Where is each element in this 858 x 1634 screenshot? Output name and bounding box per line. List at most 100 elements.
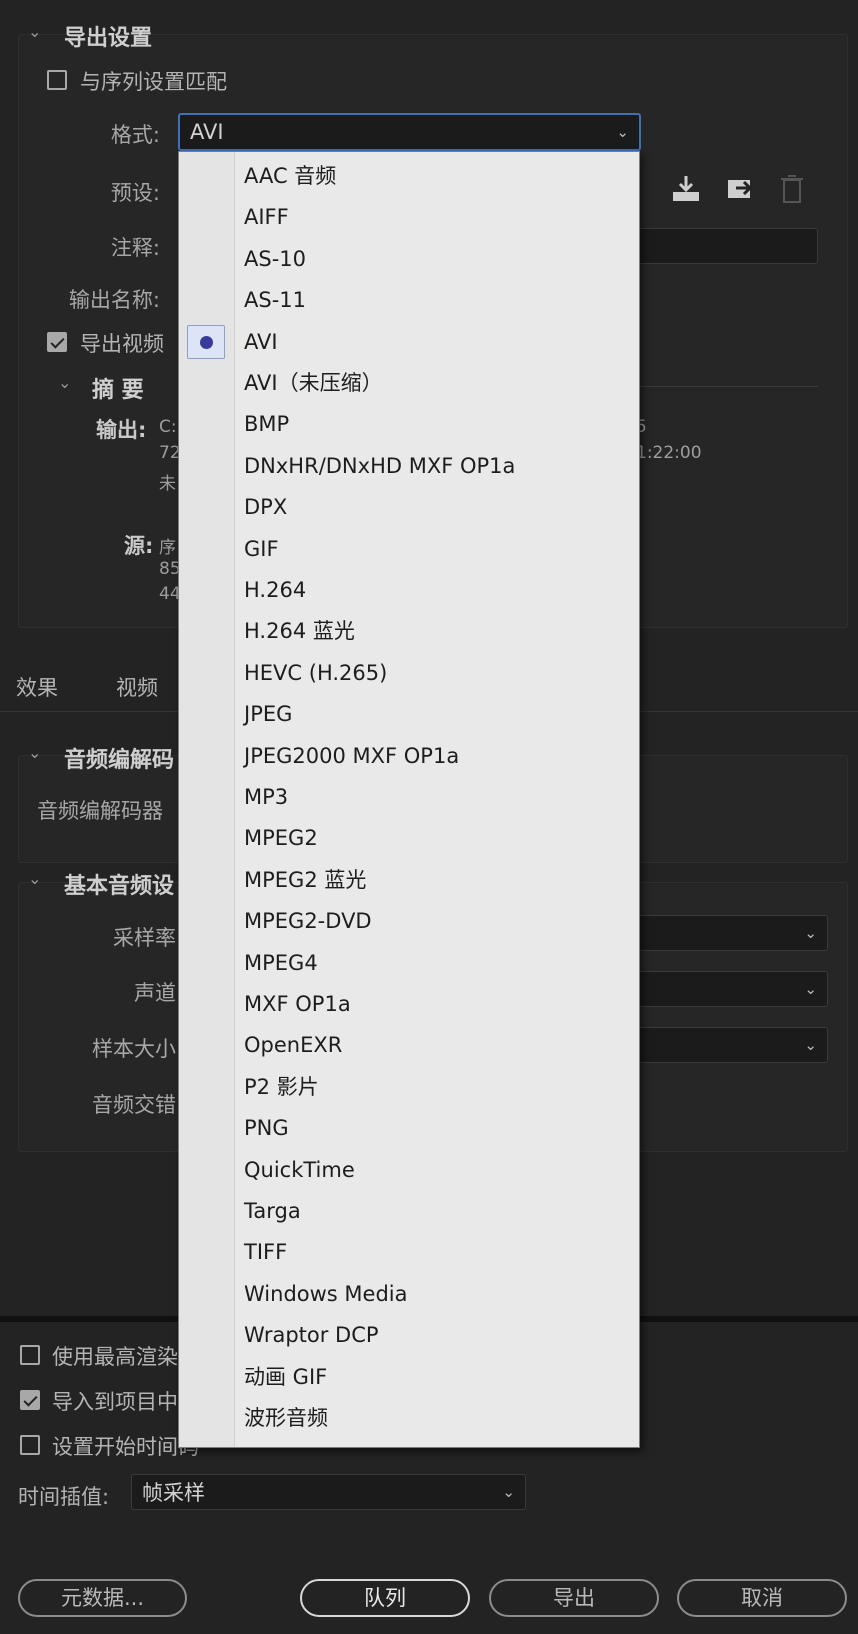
time-interp-dropdown[interactable]: 帧采样 ⌄ [131,1474,526,1510]
channels-label: 声道 [134,981,176,1005]
chevron-down-icon: ⌄ [804,924,817,942]
format-menu-item[interactable]: MP3 [179,777,639,818]
sample-rate-dropdown[interactable]: ⌄ [620,915,828,951]
format-menu-item[interactable]: OpenEXR [179,1025,639,1066]
summary-header: 摘 要 [92,378,144,403]
import-project-checkbox[interactable] [20,1390,40,1410]
format-menu-item[interactable]: BMP [179,404,639,445]
format-menu-item[interactable]: JPEG [179,694,639,735]
format-menu-item-label: GIF [244,536,279,561]
format-menu-item[interactable]: MPEG2 [179,818,639,859]
queue-button[interactable]: 队列 [300,1579,470,1617]
max-render-checkbox[interactable] [20,1345,40,1365]
format-menu-item-label: HEVC (H.265) [244,660,388,685]
format-menu-item[interactable]: MPEG4 [179,943,639,984]
match-sequence-checkbox[interactable] [47,70,67,90]
format-menu-item[interactable]: H.264 蓝光 [179,611,639,652]
format-menu-item[interactable]: HEVC (H.265) [179,653,639,694]
tab-video[interactable]: 视频 [116,672,158,702]
format-value: AVI [190,120,224,144]
format-menu-item-label: AS-11 [244,288,306,313]
format-menu: AAC 音频 AIFF AS-10 AS-11 AVI AVI（未压缩） BMP DNxHR/… [178,151,640,1448]
sample-size-dropdown[interactable]: ⌄ [620,1027,828,1063]
format-menu-item-label: Wraptor DCP [244,1323,379,1348]
format-menu-item-label: MPEG4 [244,950,318,975]
format-menu-item[interactable]: MPEG2-DVD [179,901,639,942]
format-menu-item[interactable]: JPEG2000 MXF OP1a [179,736,639,777]
format-menu-item[interactable]: AVI（未压缩） [179,363,639,404]
format-menu-item[interactable]: AS-10 [179,239,639,280]
format-menu-item[interactable]: DNxHR/DNxHD MXF OP1a [179,446,639,487]
metadata-button[interactable]: 元数据... [18,1579,187,1617]
format-menu-item[interactable]: Targa [179,1191,639,1232]
format-menu-item[interactable]: Windows Media [179,1274,639,1315]
basic-audio-header: 基本音频设 [64,874,175,899]
channels-dropdown[interactable]: ⌄ [620,971,828,1007]
format-menu-item-label: JPEG [244,702,293,727]
format-menu-item[interactable]: DPX [179,487,639,528]
export-button[interactable]: 导出 [489,1579,659,1617]
format-menu-item[interactable]: AS-11 [179,280,639,321]
source-line-1: 序 [159,538,176,558]
summary-chevron-icon[interactable]: ⌄ [58,373,71,392]
output-line-1: C: [159,417,177,437]
export-video-label: 导出视频 [80,332,164,356]
format-menu-item[interactable]: 波形音频 [179,1398,639,1439]
format-menu-item-label: QuickTime [244,1157,355,1182]
format-menu-item-label: P2 影片 [244,1074,319,1099]
format-menu-item-label: AIFF [244,205,289,230]
output-line-3: 未 [159,474,176,494]
chevron-down-icon: ⌄ [804,1036,817,1054]
format-menu-item[interactable]: 动画 GIF [179,1357,639,1398]
sample-rate-label: 采样率 [113,926,176,950]
format-menu-item[interactable]: AIFF [179,197,639,238]
tab-effects[interactable]: 效果 [16,672,58,702]
format-menu-item[interactable]: TIFF [179,1232,639,1273]
basic-audio-chevron-icon[interactable]: ⌄ [28,869,41,888]
source-label: 源: [124,534,154,558]
import-preset-icon[interactable] [670,174,702,204]
chevron-down-icon: ⌄ [502,1483,515,1501]
format-menu-item[interactable]: AAC 音频 [179,156,639,197]
collapse-chevron-icon[interactable]: ⌄ [28,22,41,41]
format-menu-item-label: MXF OP1a [244,992,351,1016]
chevron-down-icon: ⌄ [616,123,629,141]
format-menu-item[interactable]: H.264 [179,570,639,611]
format-menu-item[interactable]: QuickTime [179,1150,639,1191]
summary-divider [640,386,818,387]
format-menu-item-label: TIFF [244,1240,288,1265]
format-menu-item[interactable]: GIF [179,529,639,570]
format-menu-item[interactable]: PNG [179,1108,639,1149]
format-menu-item-label: OpenEXR [244,1033,343,1058]
format-menu-item-label: MPEG2-DVD [244,909,372,934]
output-right-2: 1:22:00 [636,443,702,463]
chevron-down-icon: ⌄ [804,980,817,998]
format-menu-item[interactable]: P2 影片 [179,1067,639,1108]
cancel-button[interactable]: 取消 [677,1579,847,1617]
delete-preset-icon[interactable] [778,173,806,205]
format-menu-item[interactable]: MPEG2 蓝光 [179,860,639,901]
save-preset-icon[interactable] [724,174,756,204]
format-menu-item-label: PNG [244,1116,289,1141]
export-video-checkbox[interactable] [47,332,67,352]
time-interp-value: 帧采样 [142,1481,205,1505]
audio-codec-chevron-icon[interactable]: ⌄ [28,743,41,762]
format-dropdown[interactable]: AVI ⌄ [178,113,641,151]
export-settings-header: 导出设置 [64,26,153,51]
output-name-label: 输出名称: [68,288,160,312]
radio-selected-icon [187,324,225,359]
format-menu-item-label: AVI [244,329,278,354]
set-start-time-label: 设置开始时间码 [52,1435,199,1459]
format-menu-item[interactable]: Wraptor DCP [179,1315,639,1356]
format-label: 格式: [110,123,160,147]
comment-label: 注释: [110,236,160,260]
format-menu-item-label: AS-10 [244,246,306,271]
format-menu-item[interactable]: MXF OP1a [179,984,639,1025]
format-menu-item[interactable]: AVI [179,322,639,363]
set-start-time-checkbox[interactable] [20,1435,40,1455]
format-menu-item-label: DNxHR/DNxHD MXF OP1a [244,453,516,478]
match-sequence-label: 与序列设置匹配 [80,70,227,94]
format-menu-item-label: BMP [244,412,290,437]
format-menu-item-label: JPEG2000 MXF OP1a [244,743,460,768]
format-menu-item-label: 动画 GIF [244,1364,328,1389]
